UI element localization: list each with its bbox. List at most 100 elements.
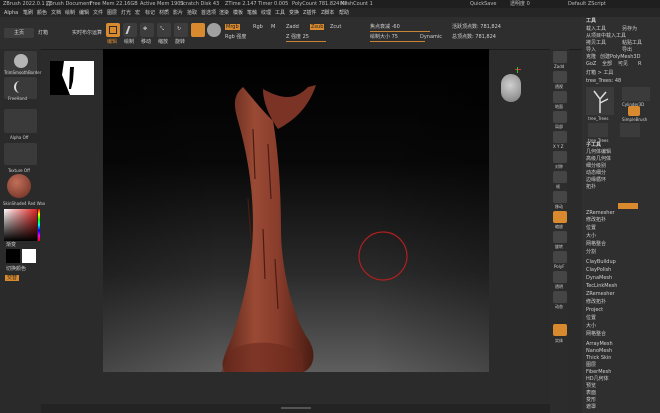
menu-movie[interactable]: 影片 (173, 10, 183, 16)
menu-macro[interactable]: 宏 (135, 10, 140, 16)
retopo-item[interactable]: 修改拓扑 (586, 217, 606, 223)
tool-thumb-tree-3[interactable] (620, 123, 640, 137)
move-view-button[interactable] (553, 191, 567, 203)
geometry-edit-header[interactable]: 几何体编辑 (586, 149, 611, 155)
dynamic-toggle[interactable]: Dynamic (420, 34, 442, 40)
menu-alpha[interactable]: Alpha (4, 10, 18, 16)
edge-loop[interactable]: 边缘循环 (586, 177, 606, 183)
split-item[interactable]: 分割 (586, 249, 596, 255)
row-mesh-integrity[interactable]: 网格整合 (586, 331, 606, 337)
tool-thumb-simplebrush[interactable] (628, 106, 640, 116)
zcut-toggle[interactable]: Zcut (330, 24, 341, 30)
alpha-thumbnail[interactable] (4, 109, 37, 133)
hue-strip[interactable] (38, 209, 40, 241)
dynamic-subdiv[interactable]: 动态细分 (586, 170, 606, 176)
menu-layer[interactable]: 图层 (107, 10, 117, 16)
material-picker-button[interactable] (191, 23, 205, 37)
save-as-button[interactable]: 另存为 (622, 26, 637, 32)
menu-edit[interactable]: 编辑 (79, 10, 89, 16)
row-claybuildup[interactable]: ClayBuildup (586, 259, 616, 265)
main-color[interactable] (22, 249, 36, 263)
edit-button[interactable] (106, 23, 120, 37)
hd-geometry-item[interactable]: HD几何体 (586, 376, 609, 382)
row-teclinkmesh[interactable]: TecLinkMesh (586, 283, 617, 289)
menu-draw[interactable]: 绘制 (65, 10, 75, 16)
preview-item[interactable]: 预览 (586, 383, 596, 389)
texture-thumbnail[interactable] (4, 143, 37, 165)
local-button[interactable] (553, 111, 567, 123)
move-button[interactable]: ✥ (140, 23, 154, 37)
seethrough-slider[interactable]: 透明度 0 (510, 1, 530, 7)
color-picker[interactable] (4, 209, 37, 241)
draw-button[interactable] (123, 23, 137, 37)
lightbox-tools-button[interactable]: 灯箱 > 工具 (586, 70, 613, 76)
menu-zplugin[interactable]: Z插件 (303, 10, 316, 16)
menu-document[interactable]: 文档 (51, 10, 61, 16)
load-from-project-button[interactable]: 从项目中载入工具 (586, 33, 626, 39)
import-button[interactable]: 导入 (586, 47, 596, 53)
scale-button[interactable]: ⤡ (157, 23, 171, 37)
row-position[interactable]: 位置 (586, 315, 596, 321)
row-project[interactable]: Project (586, 307, 603, 313)
row-dynamesh[interactable]: DynaMesh (586, 275, 612, 281)
menu-tool[interactable]: 工具 (275, 10, 285, 16)
layers-item[interactable]: 图层 (586, 362, 596, 368)
frame-button[interactable] (553, 171, 567, 183)
menu-material[interactable]: 材质 (159, 10, 169, 16)
r-button[interactable]: R (638, 61, 641, 67)
dynamic-view-button[interactable] (553, 291, 567, 303)
fibermesh-item[interactable]: FiberMesh (586, 369, 611, 375)
export-button[interactable]: 导出 (622, 47, 632, 53)
lightbox-button[interactable]: 灯箱 (38, 30, 48, 36)
make-polymesh-button[interactable]: 创建PolyMesh3D (600, 54, 640, 60)
rgb-intensity-slider[interactable]: Rgb 强度 (225, 34, 246, 40)
mrgb-toggle[interactable]: Mrgb (225, 24, 240, 30)
zadd-shelf-button[interactable] (553, 51, 567, 63)
paste-tool-button[interactable]: 粘贴工具 (622, 40, 642, 46)
row-claypolish[interactable]: ClayPolish (586, 267, 611, 273)
default-zscript-button[interactable]: Default ZScript (568, 1, 606, 7)
quicksave-button[interactable]: QuickSave (470, 1, 496, 7)
masking-item[interactable]: 遮罩 (586, 404, 596, 410)
tool-thumb-tree-2[interactable] (588, 123, 608, 137)
bottom-scroll-handle[interactable] (281, 407, 311, 409)
scale-view-button[interactable] (553, 211, 567, 223)
mesh-integrity-item[interactable]: 网格整合 (586, 241, 606, 247)
focal-shift-slider[interactable]: 焦点衰减 -60 (370, 24, 400, 30)
menu-marker[interactable]: 标记 (145, 10, 155, 16)
canvas-viewport[interactable] (50, 49, 521, 372)
visible-button[interactable]: 可见 (618, 61, 628, 67)
persp-button[interactable] (553, 71, 567, 83)
home-button[interactable]: 主页 (4, 28, 34, 38)
material-sphere[interactable] (7, 174, 31, 198)
subtool-header[interactable]: 子工具 (586, 142, 601, 148)
menu-light[interactable]: 灯光 (121, 10, 131, 16)
surface-item[interactable]: 表面 (586, 390, 596, 396)
topology[interactable]: 拓扑 (586, 184, 596, 190)
draw-size-slider[interactable]: 绘制大小 75 (370, 34, 398, 40)
subdiv-level[interactable]: 细分级别 (586, 163, 606, 169)
rgb-toggle[interactable]: Rgb (253, 24, 263, 30)
nanomesh-item[interactable]: NanoMesh (586, 348, 612, 354)
switch-color-button[interactable]: 切换颜色 (6, 266, 26, 272)
m-toggle[interactable]: M (271, 24, 275, 30)
zadd-toggle[interactable]: Zadd (286, 24, 299, 30)
secondary-color[interactable] (6, 249, 20, 263)
dynamesh-toggle[interactable] (618, 203, 638, 209)
all-button[interactable]: 全部 (602, 61, 612, 67)
transp-button[interactable] (553, 271, 567, 283)
rotate-button[interactable]: ↻ (174, 23, 188, 37)
menu-help[interactable]: 帮助 (339, 10, 349, 16)
menu-render[interactable]: 渲染 (219, 10, 229, 16)
deformation-item[interactable]: 变形 (586, 397, 596, 403)
menu-preferences[interactable]: 首选项 (201, 10, 216, 16)
row-size[interactable]: 大小 (586, 323, 596, 329)
size-item[interactable]: 大小 (586, 233, 596, 239)
zsub-toggle[interactable]: Zsub (310, 24, 325, 30)
menu-texture[interactable]: 纹理 (261, 10, 271, 16)
menu-file[interactable]: 文件 (93, 10, 103, 16)
tool-thumb-cylinder[interactable] (622, 87, 650, 101)
symmetry-button[interactable] (553, 151, 567, 163)
adv-geometry[interactable]: 高级几何体 (586, 156, 611, 162)
clone-button[interactable]: 克隆 (586, 54, 596, 60)
